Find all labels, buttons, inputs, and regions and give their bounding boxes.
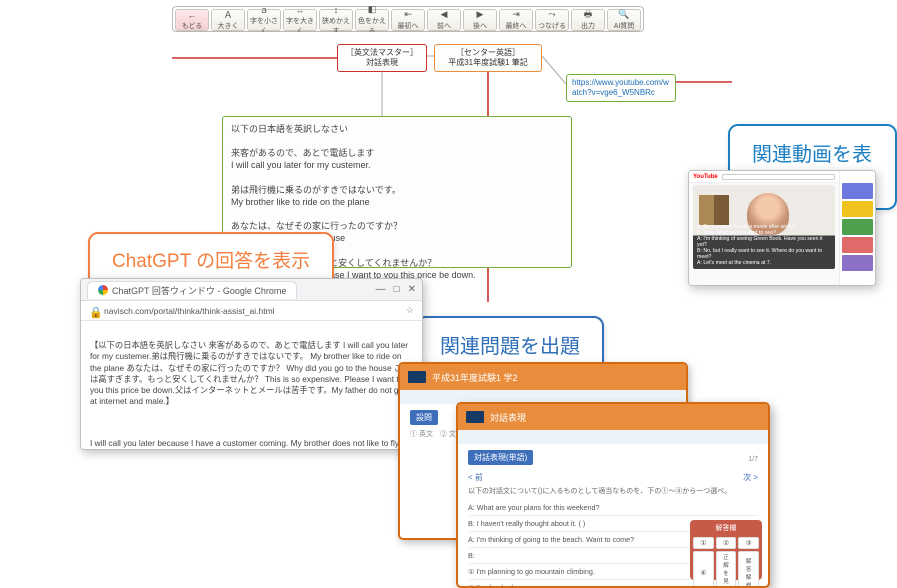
go-next-button-label: 後へ [473, 21, 487, 31]
star-icon[interactable]: ☆ [406, 305, 414, 316]
response-block-question: 【以下の日本語を英訳しなさい 来客があるので、あとで電話します I will c… [90, 340, 412, 406]
smaller-button[interactable]: ａ字を小さく [247, 9, 281, 31]
node-grammar-master[interactable]: ［英文法マスター］ 対話表現 [337, 44, 427, 72]
connect-button-label: つなげる [538, 21, 566, 31]
quiz-window-front[interactable]: 対話表現 対話表現(単語) 1/7 < 前 次 > 以下の対話文について()に入… [456, 402, 770, 588]
go-last-button-label: 最終へ [506, 21, 527, 31]
answer-choice-3[interactable]: ③ [738, 537, 759, 549]
go-prev-button[interactable]: ◀前へ [427, 9, 461, 31]
suggested-video-thumb[interactable] [842, 219, 873, 235]
go-first-icon: ⇤ [403, 10, 413, 20]
suggested-video-thumb[interactable] [842, 201, 873, 217]
ai-button[interactable]: 🔍AI質問 [607, 9, 641, 31]
answer-keypad: 解答欄 ① ② ③ ④ 正解を見る 解答解説 [690, 520, 762, 580]
suggested-video-thumb[interactable] [842, 183, 873, 199]
connect-icon: ⤳ [547, 10, 557, 20]
youtube-window[interactable]: YouTube A: Do you want to see a movie af… [688, 170, 876, 286]
quiz-line: A: What are your plans for this weekend? [468, 500, 758, 516]
chrome-favicon-icon [98, 285, 108, 295]
answer-choice-2[interactable]: ② [716, 537, 737, 549]
youtube-logo-icon[interactable]: YouTube [693, 174, 718, 180]
response-block-answer: I will call you later because I have a c… [90, 438, 411, 449]
back-icon: ← [187, 10, 197, 20]
node-center-english[interactable]: ［センター英語］ 平成31年度試験1 筆記 [434, 44, 542, 72]
tab-title: ChatGPT 回答ウィンドウ - Google Chrome [112, 284, 286, 297]
video-frame[interactable]: A: Do you want to see a movie after work… [693, 185, 835, 269]
url-text: navisch.com/portal/thinka/think-assist_a… [104, 306, 400, 316]
color-button[interactable]: ◧色をかえる [355, 9, 389, 31]
color-icon: ◧ [367, 5, 377, 15]
background-shelf [699, 195, 729, 225]
browser-titlebar[interactable]: ChatGPT 回答ウィンドウ - Google Chrome — □ ✕ [81, 279, 422, 301]
ai-button-label: AI質問 [614, 21, 635, 31]
narrower-icon: ↕ [331, 5, 341, 15]
browser-tab[interactable]: ChatGPT 回答ウィンドウ - Google Chrome [87, 281, 297, 299]
quiz-title: 対話表現 [490, 411, 526, 424]
narrower-button[interactable]: ↕狭めかえす [319, 9, 353, 31]
go-last-button[interactable]: ⇥最終へ [499, 9, 533, 31]
prev-question-link[interactable]: < 前 [468, 472, 483, 483]
node-youtube-url[interactable]: https://www.youtube.com/watch?v=vge6_W5N… [566, 74, 676, 102]
big-text-button[interactable]: Ａ大きく [211, 9, 245, 31]
quiz-line: ② I've booked our room. [468, 580, 758, 588]
big-text-icon: Ａ [223, 10, 233, 20]
quiz-logo-icon [408, 371, 426, 383]
youtube-search-input[interactable] [722, 174, 835, 180]
print-button-label: 出力 [581, 21, 595, 31]
chatgpt-response-content: 【以下の日本語を英訳しなさい 来客があるので、あとで電話します I will c… [81, 321, 422, 449]
go-last-icon: ⇥ [511, 10, 521, 20]
go-prev-icon: ◀ [439, 10, 449, 20]
back-button[interactable]: ←もどる [175, 9, 209, 31]
quiz-title: 平成31年度試験1 学2 [432, 371, 518, 384]
wider-button[interactable]: ↔字を大きく [283, 9, 317, 31]
next-question-link[interactable]: 次 > [743, 472, 758, 483]
print-button[interactable]: 🖶出力 [571, 9, 605, 31]
answer-choice-4[interactable]: ④ [693, 551, 714, 588]
big-text-button-label: 大きく [218, 21, 239, 31]
answer-choice-1[interactable]: ① [693, 537, 714, 549]
go-next-icon: ▶ [475, 10, 485, 20]
suggested-video-thumb[interactable] [842, 255, 873, 271]
video-main-pane: YouTube A: Do you want to see a movie af… [689, 171, 839, 285]
show-answer-button[interactable]: 正解を見る [716, 551, 737, 588]
quiz-logo-icon [466, 411, 484, 423]
go-prev-button-label: 前へ [437, 21, 451, 31]
go-next-button[interactable]: ▶後へ [463, 9, 497, 31]
quiz-question-text: 以下の対話文について()に入るものとして適当なものを、下の①～④から一つ選べ。 [468, 486, 758, 496]
maximize-icon[interactable]: □ [394, 284, 400, 295]
quiz-section-label: 対話表現(単語) [468, 450, 533, 465]
back-button-label: もどる [182, 21, 203, 31]
show-explain-button[interactable]: 解答解説 [738, 551, 759, 588]
toolbar: ←もどるＡ大きくａ字を小さく↔字を大きく↕狭めかえす◧色をかえる⇤最初へ◀前へ▶… [172, 6, 644, 32]
answer-keypad-header: 解答欄 [693, 523, 759, 535]
go-first-button[interactable]: ⇤最初へ [391, 9, 425, 31]
minimize-icon[interactable]: — [376, 284, 386, 295]
smaller-icon: ａ [259, 5, 269, 15]
video-suggestions [839, 171, 875, 285]
connect-button[interactable]: ⤳つなげる [535, 9, 569, 31]
video-subtitles: A: Do you want to see a movie after work… [697, 225, 831, 267]
quiz-section-label: 設問 [410, 410, 438, 425]
wider-icon: ↔ [295, 5, 305, 15]
browser-address-bar[interactable]: 🔒 navisch.com/portal/thinka/think-assist… [81, 301, 422, 321]
lock-icon: 🔒 [89, 306, 98, 315]
ai-icon: 🔍 [619, 10, 629, 20]
chatgpt-browser-window: ChatGPT 回答ウィンドウ - Google Chrome — □ ✕ 🔒 … [80, 278, 423, 450]
print-icon: 🖶 [583, 10, 593, 20]
close-icon[interactable]: ✕ [408, 284, 416, 295]
go-first-button-label: 最初へ [398, 21, 419, 31]
suggested-video-thumb[interactable] [842, 237, 873, 253]
